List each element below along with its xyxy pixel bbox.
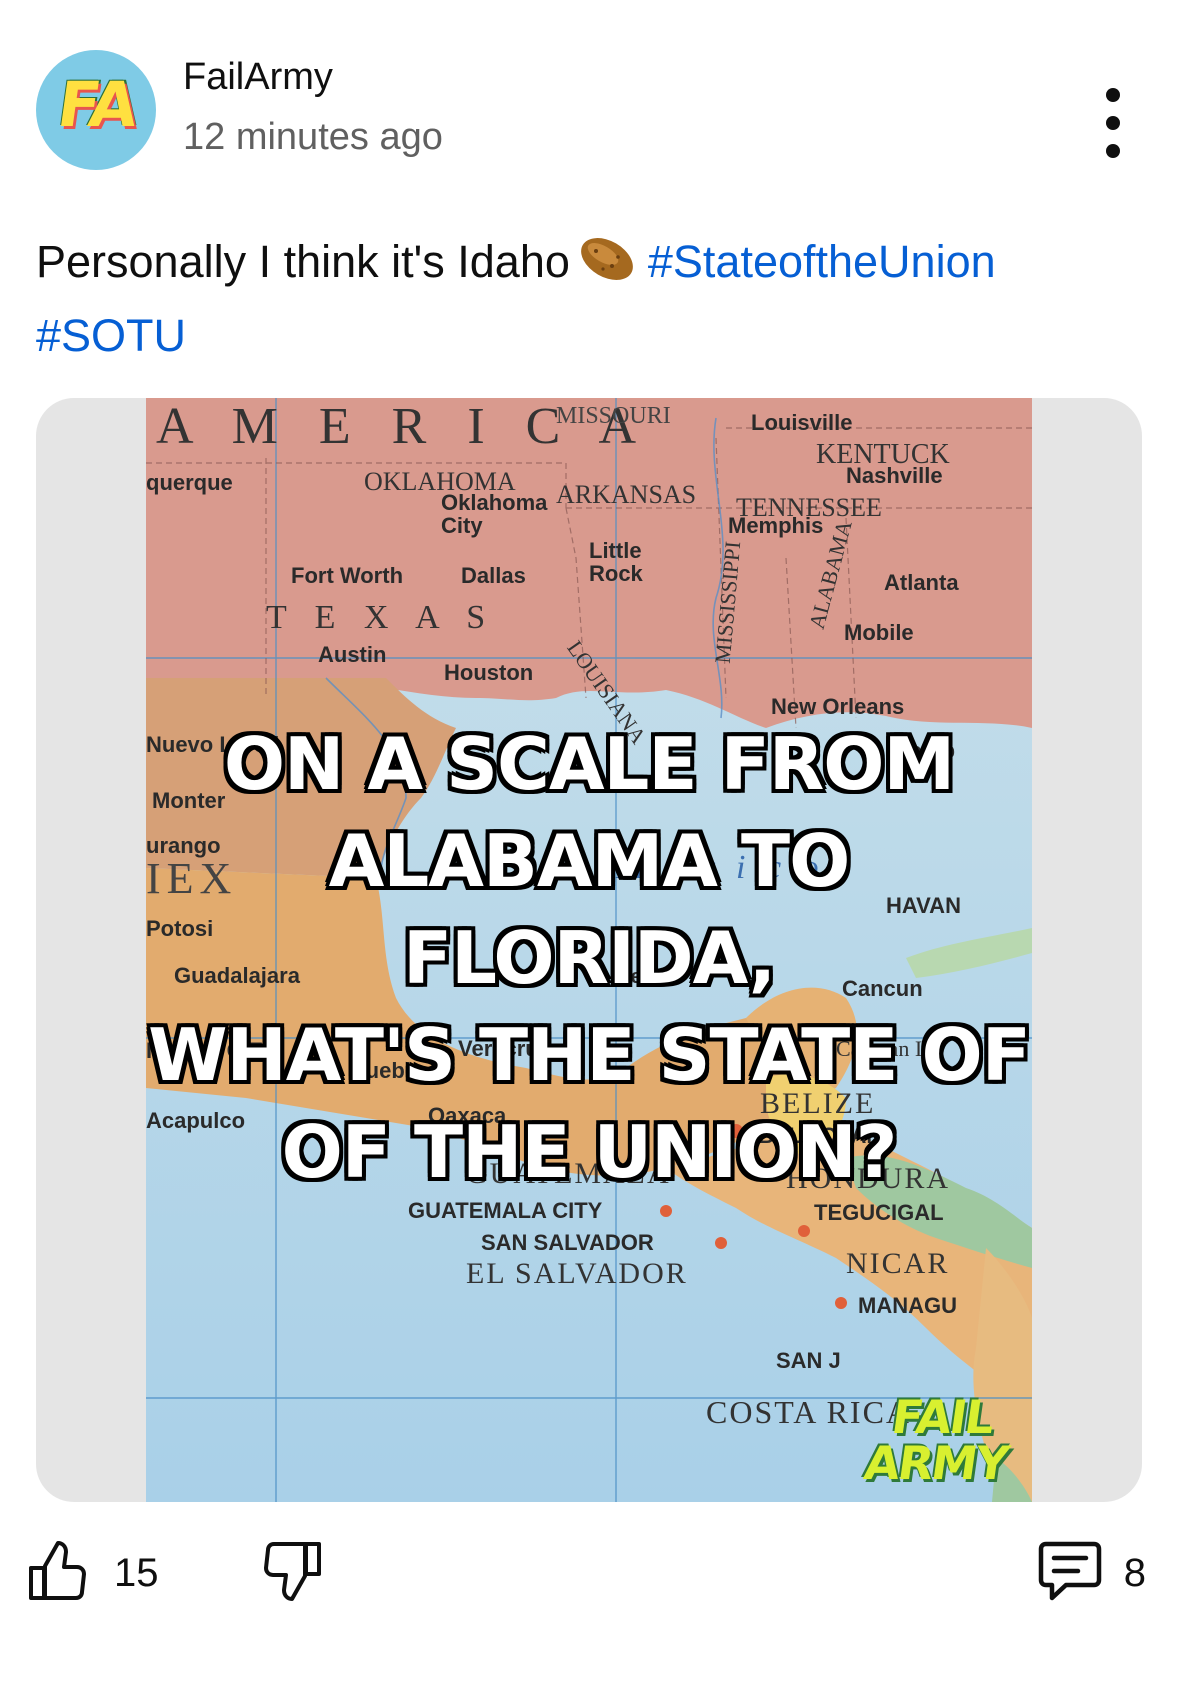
map-label: GUATEMALA CITY xyxy=(408,1198,603,1223)
map-label: SAN SALVADOR xyxy=(481,1230,654,1255)
channel-avatar[interactable]: FA xyxy=(36,50,156,170)
hashtag-link[interactable]: #SOTU xyxy=(36,310,186,361)
map-label: SAN J xyxy=(776,1348,841,1373)
post-header: FA FailArmy 12 minutes ago xyxy=(36,50,1143,175)
failarmy-watermark: FAIL ARMY xyxy=(860,1390,1016,1490)
overlay-line: OF THE UNION? xyxy=(281,1110,898,1194)
watermark-line: ARMY xyxy=(860,1436,1011,1490)
map-label: MISSOURI xyxy=(556,403,671,429)
thumbs-down-icon xyxy=(264,1540,322,1607)
more-dot-icon xyxy=(1106,88,1120,102)
comments-button[interactable]: 8 xyxy=(1038,1540,1146,1607)
overlay-line: ON A SCALE FROM xyxy=(223,722,955,806)
meme-overlay-text: ON A SCALE FROM ALABAMA TO FLORIDA, WHAT… xyxy=(146,716,1032,1201)
like-button[interactable]: 15 xyxy=(28,1540,159,1607)
map-label: Little xyxy=(589,538,642,563)
dislike-button[interactable] xyxy=(264,1540,322,1607)
map-label: querque xyxy=(146,470,233,495)
post-text: Personally I think it's Idaho #Stateofthe… xyxy=(36,230,1146,368)
map-label: Oklahoma xyxy=(441,490,548,515)
more-dot-icon xyxy=(1106,144,1120,158)
map-label: Austin xyxy=(318,642,386,667)
post-timestamp: 12 minutes ago xyxy=(183,116,443,158)
post-body-text: Personally I think it's Idaho xyxy=(36,236,570,287)
overlay-line: ALABAMA TO FLORIDA, xyxy=(328,819,851,1000)
map-label: Nashville xyxy=(846,463,943,488)
more-options-button[interactable] xyxy=(1083,88,1143,158)
map-label: City xyxy=(441,513,483,538)
potato-emoji-icon xyxy=(576,231,638,304)
map-label: Mobile xyxy=(844,620,914,645)
map-label: Houston xyxy=(444,660,533,685)
map-label: NICAR xyxy=(846,1247,949,1280)
comment-count: 8 xyxy=(1123,1551,1146,1595)
watermark-line: FAIL xyxy=(888,1390,997,1444)
map-label: ARKANSAS xyxy=(556,480,696,509)
map-label: Dallas xyxy=(461,563,526,588)
map-label: Atlanta xyxy=(884,570,959,595)
post-action-bar: 15 8 xyxy=(28,1540,1146,1620)
overlay-line: WHAT'S THE STATE OF xyxy=(148,1013,1031,1097)
post-image: A M E R I C A MISSOURI KENTUCK OKLAHOMA … xyxy=(146,398,1032,1502)
channel-name[interactable]: FailArmy xyxy=(183,56,333,99)
map-label: T E X A S xyxy=(266,599,495,636)
map-label: Fort Worth xyxy=(291,563,403,588)
map-label: TEGUCIGAL xyxy=(814,1200,944,1225)
map-label: Memphis xyxy=(728,513,823,538)
like-count: 15 xyxy=(114,1551,159,1595)
map-label: Rock xyxy=(589,561,644,586)
comment-icon xyxy=(1038,1540,1102,1607)
post-image-container[interactable]: A M E R I C A MISSOURI KENTUCK OKLAHOMA … xyxy=(36,398,1142,1502)
map-label: Louisville xyxy=(751,410,852,435)
map-label: MANAGU xyxy=(858,1293,957,1318)
thumbs-up-icon xyxy=(28,1540,86,1607)
map-label: EL SALVADOR xyxy=(466,1257,688,1290)
hashtag-link[interactable]: #StateoftheUnion xyxy=(648,236,996,287)
more-dot-icon xyxy=(1106,116,1120,130)
avatar-logo-text: FA xyxy=(53,68,139,141)
